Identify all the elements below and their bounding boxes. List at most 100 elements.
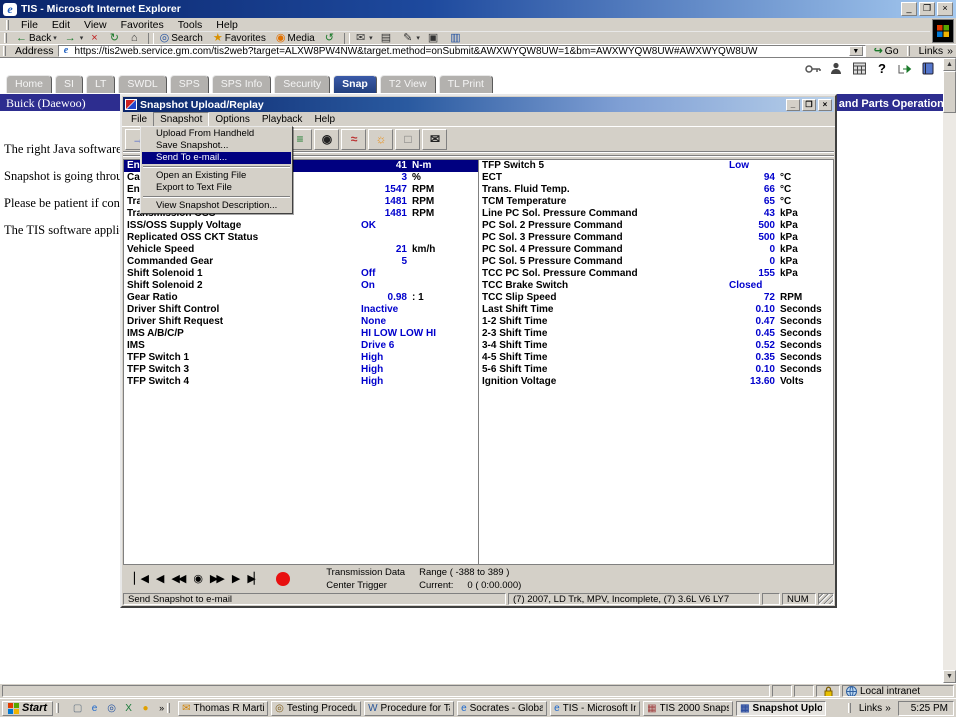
playback-button[interactable]: ◀ [156, 572, 162, 585]
site-tab[interactable]: SPS [170, 75, 209, 93]
parameter-row[interactable]: IMS A/B/C/PHI LOW LOW HI [124, 328, 478, 340]
toolbar-grip[interactable] [6, 20, 9, 30]
site-tab[interactable]: SPS Info [212, 75, 271, 93]
snapshot-close-button[interactable]: × [818, 99, 832, 111]
snapshot-toolbar-button[interactable]: □ [395, 129, 420, 150]
parameter-row[interactable]: TFP Switch 3High [124, 364, 478, 376]
task-button[interactable]: WProcedure for Taking Sn... [364, 701, 454, 716]
browser-toolbar-button[interactable]: ←Back▾ [12, 32, 61, 45]
toolbar-grip[interactable] [907, 46, 910, 56]
browser-menu-item[interactable]: Edit [45, 19, 77, 31]
taskbar-links[interactable]: Links » [844, 703, 895, 714]
parameter-row[interactable]: Shift Solenoid 1Off [124, 268, 478, 280]
close-button[interactable]: × [937, 2, 953, 16]
calendar-icon[interactable] [851, 62, 867, 75]
parameter-row[interactable]: TFP Switch 4High [124, 376, 478, 388]
quick-launch-icon[interactable]: e [88, 703, 101, 714]
snapshot-menu-item[interactable]: Snapshot [153, 112, 209, 127]
task-button[interactable]: ▦Snapshot Upload/Re... [736, 701, 826, 716]
manual-book-icon[interactable] [920, 62, 936, 75]
task-button[interactable]: eTIS - Microsoft Internet ... [550, 701, 640, 716]
parameter-row[interactable]: Driver Shift ControlInactive [124, 304, 478, 316]
parameter-row[interactable]: TFP Switch 5Low [479, 160, 833, 172]
parameter-row[interactable]: 3-4 Shift Time0.52Seconds [479, 340, 833, 352]
minimize-button[interactable]: _ [901, 2, 917, 16]
parameter-row[interactable]: Gear Ratio0.98: 1 [124, 292, 478, 304]
site-tab[interactable]: Home [6, 75, 52, 93]
playback-button[interactable]: ◀◀ [171, 572, 184, 585]
playback-button[interactable]: ◉ [193, 572, 201, 585]
parameter-row[interactable]: ECT94°C [479, 172, 833, 184]
parameter-row[interactable]: TCC Brake SwitchClosed [479, 280, 833, 292]
parameter-row[interactable]: PC Sol. 4 Pressure Command0kPa [479, 244, 833, 256]
site-tab[interactable]: TL Print [439, 75, 493, 93]
parameter-row[interactable]: Commanded Gear5 [124, 256, 478, 268]
scroll-up-button[interactable]: ▲ [943, 58, 956, 71]
dropdown-menu-item[interactable]: Open an Existing File [142, 170, 291, 182]
parameter-row[interactable]: PC Sol. 5 Pressure Command0kPa [479, 256, 833, 268]
browser-menu-item[interactable]: Favorites [114, 19, 171, 31]
parameter-row[interactable]: IMSDrive 6 [124, 340, 478, 352]
parameter-row[interactable]: 2-3 Shift Time0.45Seconds [479, 328, 833, 340]
parameter-row[interactable]: ISS/OSS Supply VoltageOK [124, 220, 478, 232]
browser-menu-item[interactable]: File [14, 19, 45, 31]
quick-launch-chevron[interactable]: » [159, 703, 164, 713]
snapshot-minimize-button[interactable]: _ [786, 99, 800, 111]
browser-toolbar-button[interactable]: ▥ [446, 32, 468, 45]
parameter-row[interactable]: Replicated OSS CKT Status [124, 232, 478, 244]
playback-button[interactable]: ▶ [232, 572, 238, 585]
browser-toolbar-button[interactable]: →▾ [61, 32, 88, 45]
go-button[interactable]: ↪ Go [870, 45, 903, 57]
parameter-row[interactable]: TFP Switch 1High [124, 352, 478, 364]
dropdown-menu-item[interactable]: Send To e-mail... [142, 152, 291, 164]
parameter-row[interactable]: Vehicle Speed21km/h [124, 244, 478, 256]
help-icon[interactable]: ? [874, 62, 890, 75]
links-chevron[interactable]: » [947, 45, 953, 57]
parameter-row[interactable]: TCC PC Sol. Pressure Command155kPa [479, 268, 833, 280]
playback-button[interactable]: ▏◀ [134, 572, 147, 585]
browser-menu-item[interactable]: Help [209, 19, 245, 31]
address-input[interactable]: e https://tis2web.service.gm.com/tis2web… [58, 45, 866, 57]
dropdown-menu-item[interactable] [143, 196, 290, 198]
site-tab[interactable]: T2 View [380, 75, 436, 93]
browser-toolbar-button[interactable]: ⌂ [127, 32, 146, 45]
site-tab[interactable]: SWDL [118, 75, 166, 93]
browser-toolbar-button[interactable]: ↻ [106, 32, 127, 45]
snapshot-toolbar-button[interactable]: ☼ [368, 129, 393, 150]
dropdown-menu-item[interactable]: Upload From Handheld [142, 128, 291, 140]
toolbar-grip[interactable] [848, 703, 851, 713]
task-button[interactable]: ▦TIS 2000 Snapshot Uplo... [643, 701, 733, 716]
site-tab[interactable]: LT [86, 75, 115, 93]
parameter-row[interactable]: Shift Solenoid 2On [124, 280, 478, 292]
browser-toolbar-button[interactable]: ↺ [321, 32, 342, 45]
browser-toolbar-button[interactable]: ▤ [377, 32, 399, 45]
browser-toolbar-button[interactable] [148, 33, 154, 44]
task-button[interactable]: ◎Testing Procedures [271, 701, 361, 716]
quick-launch-icon[interactable]: X [122, 703, 135, 714]
user-icon[interactable] [828, 62, 844, 75]
key-icon[interactable] [805, 62, 821, 75]
browser-toolbar-button[interactable]: ✉▾ [352, 32, 377, 45]
snapshot-menu-item[interactable]: File [125, 113, 153, 126]
task-button[interactable]: ✉Thomas R Martin - Inbox... [178, 701, 268, 716]
record-button[interactable] [276, 572, 290, 586]
playback-button[interactable]: ▶▏ [247, 572, 260, 585]
parameter-row[interactable]: 5-6 Shift Time0.10Seconds [479, 364, 833, 376]
parameter-row[interactable]: PC Sol. 2 Pressure Command500kPa [479, 220, 833, 232]
snapshot-toolbar-button[interactable]: ◉ [314, 129, 339, 150]
dropdown-menu-item[interactable]: View Snapshot Description... [142, 200, 291, 212]
scroll-thumb[interactable] [943, 71, 956, 113]
snapshot-menu-item[interactable]: Playback [256, 113, 309, 126]
resize-grip[interactable] [818, 593, 834, 605]
browser-menu-item[interactable]: Tools [171, 19, 210, 31]
task-button[interactable]: eSocrates - Global - Micro... [457, 701, 547, 716]
browser-toolbar-button[interactable]: ▣ [424, 32, 446, 45]
parameter-row[interactable]: Trans. Fluid Temp.66°C [479, 184, 833, 196]
dropdown-menu-item[interactable] [143, 166, 290, 168]
dropdown-menu-item[interactable]: Save Snapshot... [142, 140, 291, 152]
start-button[interactable]: Start [2, 701, 53, 716]
browser-toolbar-button[interactable]: ★Favorites [209, 32, 272, 45]
quick-launch-icon[interactable]: ◎ [105, 703, 118, 714]
snapshot-menu-item[interactable]: Help [308, 113, 341, 126]
browser-toolbar-button[interactable]: ◉Media [272, 32, 321, 45]
